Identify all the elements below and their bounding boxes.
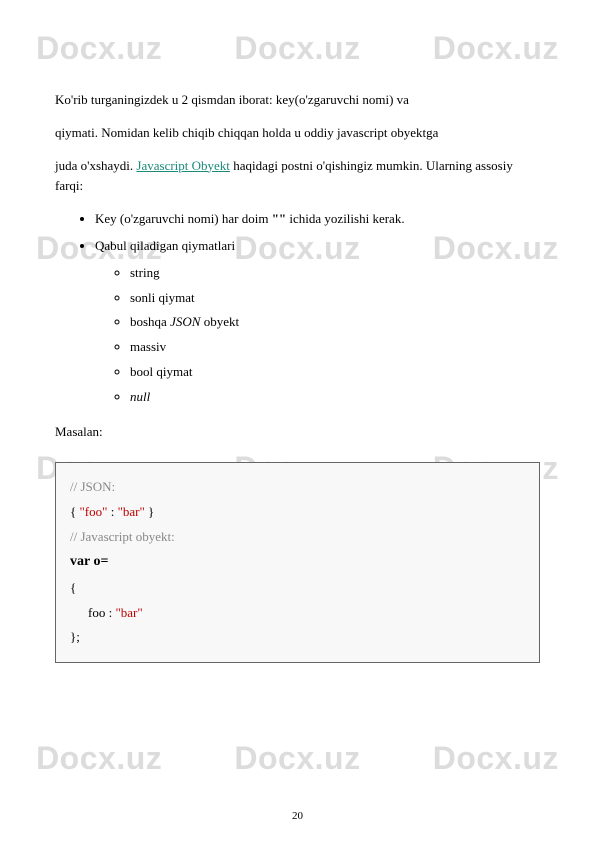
code-comment: // JSON: [70,479,115,494]
text: : [107,504,117,519]
code-string: "bar" [115,605,142,620]
code-block: // JSON: { "foo" : "bar" } // Javascript… [55,462,540,663]
paragraph: juda o'xshaydi. Javascript Obyekt haqida… [55,156,540,198]
text: { [70,504,80,519]
list-item: boshqa JSON obyekt [130,312,540,333]
code-indent: foo : "bar" [70,601,525,626]
list-item: massiv [130,337,540,358]
code-line: foo : "bar" [70,601,525,626]
watermark-text: Docx.uz [433,740,559,777]
list-item: Qabul qiladigan qiymatlari string sonli … [95,236,540,408]
text: juda o'xshaydi. [55,158,136,173]
paragraph: qiymati. Nomidan kelib chiqib chiqqan ho… [55,123,540,144]
watermark-row: Docx.uz Docx.uz Docx.uz [0,740,595,777]
list-item: sonli qiymat [130,288,540,309]
code-string: "bar" [118,504,145,519]
masalan-label: Masalan: [55,422,540,443]
paragraph: Ko'rib turganingizdek u 2 qismdan iborat… [55,90,540,111]
code-line: { [70,576,525,601]
watermark-text: Docx.uz [36,740,162,777]
text: obyekt [200,314,239,329]
code-line: // JSON: [70,475,525,500]
text-italic: null [130,389,150,404]
text: } [145,504,155,519]
list-item: bool qiymat [130,362,540,383]
javascript-obyekt-link[interactable]: Javascript Obyekt [136,158,230,173]
text-italic: JSON [170,314,200,329]
text: Key (o'zgaruvchi nomi) har doim [95,211,272,226]
sub-bullet-list: string sonli qiymat boshqa JSON obyekt m… [130,263,540,408]
code-line: // Javascript obyekt: [70,525,525,550]
code-string: "foo" [80,504,108,519]
code-comment: // Javascript obyekt: [70,529,175,544]
bullet-list: Key (o'zgaruvchi nomi) har doim "" ichid… [95,209,540,407]
code-line: }; [70,625,525,650]
watermark-text: Docx.uz [234,740,360,777]
text: Qabul qiladigan qiymatlari [95,238,235,253]
text-bold: "" [272,211,286,226]
code-line: { "foo" : "bar" } [70,500,525,525]
page-number: 20 [0,810,595,822]
text: foo : [88,605,115,620]
code-keyword: var o= [70,554,108,569]
text: boshqa [130,314,170,329]
list-item: null [130,387,540,408]
code-line: var o= [70,549,525,576]
text: ichida yozilishi kerak. [286,211,404,226]
page-content: Ko'rib turganingizdek u 2 qismdan iborat… [0,0,595,683]
list-item: string [130,263,540,284]
list-item: Key (o'zgaruvchi nomi) har doim "" ichid… [95,209,540,230]
